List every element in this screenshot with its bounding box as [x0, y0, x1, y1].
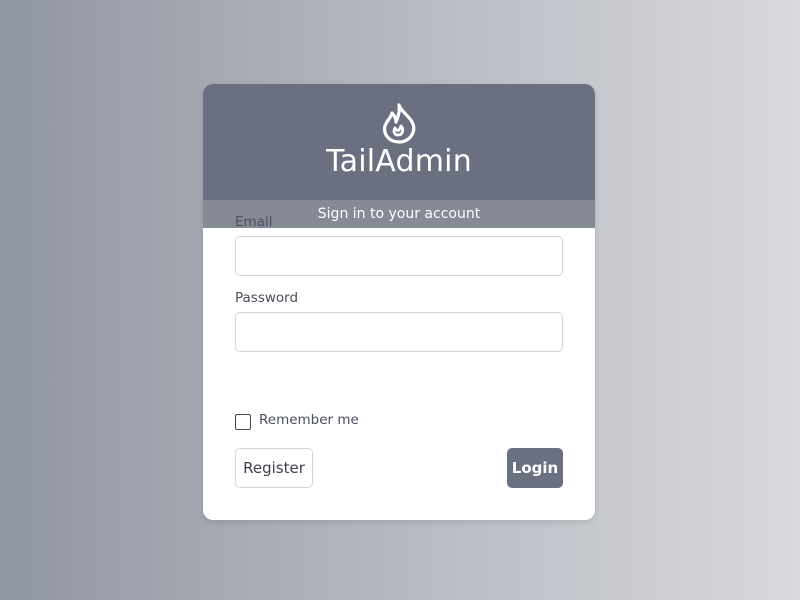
flame-icon [383, 103, 416, 144]
password-label: Password [235, 290, 299, 306]
password-field[interactable] [235, 312, 563, 352]
email-field[interactable] [235, 236, 563, 276]
remember-me-checkbox[interactable] [235, 414, 251, 430]
register-button[interactable]: Register [235, 448, 313, 488]
login-button[interactable]: Login [507, 448, 563, 488]
remember-me-label[interactable]: Remember me [259, 412, 359, 428]
brand-name: TailAdmin [326, 144, 472, 179]
login-card: TailAdmin Sign in to your account Email … [203, 84, 595, 520]
email-label: Email [235, 214, 273, 230]
card-header: TailAdmin [203, 84, 595, 200]
